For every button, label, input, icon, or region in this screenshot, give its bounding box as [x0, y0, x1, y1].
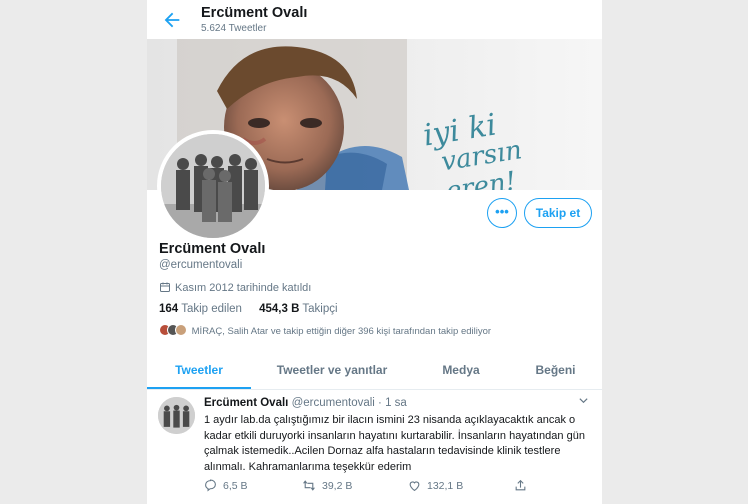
following-label: Takip edilen	[181, 303, 242, 315]
share-button[interactable]	[514, 479, 533, 492]
join-date-text: Kasım 2012 tarihinde katıldı	[175, 282, 312, 294]
reply-button[interactable]: 6,5 B	[204, 479, 248, 492]
tweet-separator: ·	[378, 397, 382, 409]
followers-label: Takipçi	[302, 303, 338, 315]
reply-count: 6,5 B	[223, 480, 248, 492]
tweet[interactable]: Ercüment Ovalı @ercumentovali · 1 sa 1 a…	[147, 390, 602, 504]
followed-by[interactable]: MİRAÇ, Salih Atar ve takip ettiğin diğer…	[159, 324, 491, 337]
tweet-avatar-image	[158, 397, 195, 434]
tab-likes[interactable]: Beğeni	[509, 353, 602, 389]
like-button[interactable]: 132,1 B	[408, 479, 463, 492]
tweet-avatar[interactable]	[158, 397, 195, 434]
profile-handle: @ercumentovali	[159, 259, 243, 271]
follower-avatar	[175, 324, 187, 336]
tweet-author[interactable]: Ercüment Ovalı	[204, 397, 288, 409]
following-link[interactable]: 164 Takip edilen	[159, 303, 242, 315]
heart-icon	[409, 481, 420, 492]
share-icon	[515, 479, 526, 491]
arrow-left-icon	[164, 12, 180, 28]
profile-page: Ercüment Ovalı 5.624 Tweetler iyi ki var…	[147, 0, 602, 504]
more-options-button[interactable]: •••	[487, 198, 517, 228]
top-bar: Ercüment Ovalı 5.624 Tweetler	[147, 0, 602, 40]
header-tweet-count: 5.624 Tweetler	[201, 23, 267, 34]
tweet-actions: 6,5 B 39,2 B 132,1 B	[204, 479, 594, 497]
reply-icon	[205, 479, 216, 492]
tab-tweets[interactable]: Tweetler	[147, 353, 251, 389]
follower-avatars	[159, 324, 189, 337]
profile-name: Ercüment Ovalı	[159, 241, 266, 257]
follow-stats: 164 Takip edilen 454,3 B Takipçi	[159, 303, 338, 315]
retweet-count: 39,2 B	[322, 480, 353, 492]
header-name: Ercüment Ovalı	[201, 5, 308, 21]
join-date: Kasım 2012 tarihinde katıldı	[159, 281, 311, 294]
avatar-image	[161, 134, 265, 238]
follow-button[interactable]: Takip et	[524, 198, 592, 228]
chevron-down-icon	[579, 398, 588, 404]
tweet-header: Ercüment Ovalı @ercumentovali · 1 sa	[204, 397, 407, 409]
followers-link[interactable]: 454,3 B Takipçi	[259, 303, 337, 315]
tweet-time[interactable]: 1 sa	[385, 397, 407, 409]
tab-tweets-and-replies[interactable]: Tweetler ve yanıtlar	[251, 353, 413, 389]
tweet-text: 1 aydır lab.da çalıştığımız bir ilacın i…	[204, 414, 585, 473]
retweet-icon	[303, 480, 315, 491]
following-count: 164	[159, 303, 179, 315]
tab-media[interactable]: Medya	[413, 353, 509, 389]
calendar-icon	[160, 282, 170, 292]
retweet-button[interactable]: 39,2 B	[302, 479, 352, 492]
followers-count: 454,3 B	[259, 303, 300, 315]
profile-avatar[interactable]	[157, 130, 269, 242]
followed-by-text: MİRAÇ, Salih Atar ve takip ettiğin diğer…	[191, 326, 492, 337]
like-count: 132,1 B	[427, 480, 464, 492]
tweet-menu-button[interactable]	[578, 395, 589, 409]
profile-tabs: Tweetler Tweetler ve yanıtlar Medya Beğe…	[147, 353, 602, 390]
tweet-handle[interactable]: @ercumentovali	[292, 397, 375, 409]
back-button[interactable]	[161, 9, 183, 31]
